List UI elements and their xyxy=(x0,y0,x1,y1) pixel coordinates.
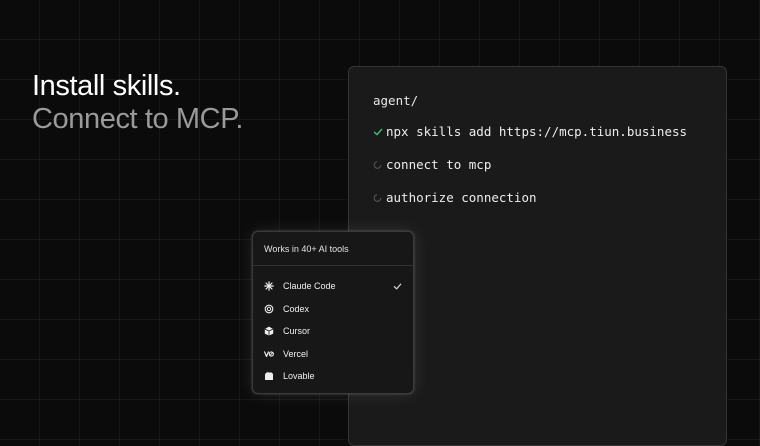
claude-icon xyxy=(264,281,274,291)
lovable-icon xyxy=(264,371,274,381)
checkmark-icon xyxy=(393,282,402,291)
check-icon xyxy=(373,125,386,138)
tools-dropdown: Works in 40+ AI tools Claude Code Codex … xyxy=(252,231,414,394)
spinner-icon xyxy=(373,158,386,171)
codex-icon xyxy=(264,304,274,314)
tool-item-lovable[interactable]: Lovable xyxy=(264,369,402,383)
spinner-icon xyxy=(373,191,386,204)
tools-header: Works in 40+ AI tools xyxy=(264,244,349,254)
hero-heading: Install skills. Connect to MCP. xyxy=(32,70,243,136)
vercel-icon xyxy=(264,349,274,359)
tool-item-cursor[interactable]: Cursor xyxy=(264,324,402,338)
tool-item-claude-code[interactable]: Claude Code xyxy=(264,279,402,293)
terminal-step-text: authorize connection xyxy=(386,190,537,205)
terminal-step-authorize: authorize connection xyxy=(373,190,537,205)
tool-item-vercel[interactable]: Vercel xyxy=(264,347,402,361)
hero-subtitle: Connect to MCP. xyxy=(32,103,244,135)
terminal-step-install: npx skills add https://mcp.tiun.business xyxy=(373,124,687,139)
tool-label: Vercel xyxy=(283,349,309,359)
hero-title: Install skills. xyxy=(32,70,181,102)
tool-label: Codex xyxy=(283,304,310,314)
terminal-step-text: connect to mcp xyxy=(386,157,492,172)
tool-label: Cursor xyxy=(283,326,311,336)
tool-item-codex[interactable]: Codex xyxy=(264,302,402,316)
tool-label: Claude Code xyxy=(283,281,336,291)
tool-label: Lovable xyxy=(283,371,315,381)
terminal-step-text: npx skills add https://mcp.tiun.business xyxy=(386,124,688,139)
terminal-prompt: agent/ xyxy=(373,93,419,108)
divider xyxy=(253,265,413,266)
terminal-step-connect: connect to mcp xyxy=(373,157,491,172)
cursor-icon xyxy=(264,326,274,336)
